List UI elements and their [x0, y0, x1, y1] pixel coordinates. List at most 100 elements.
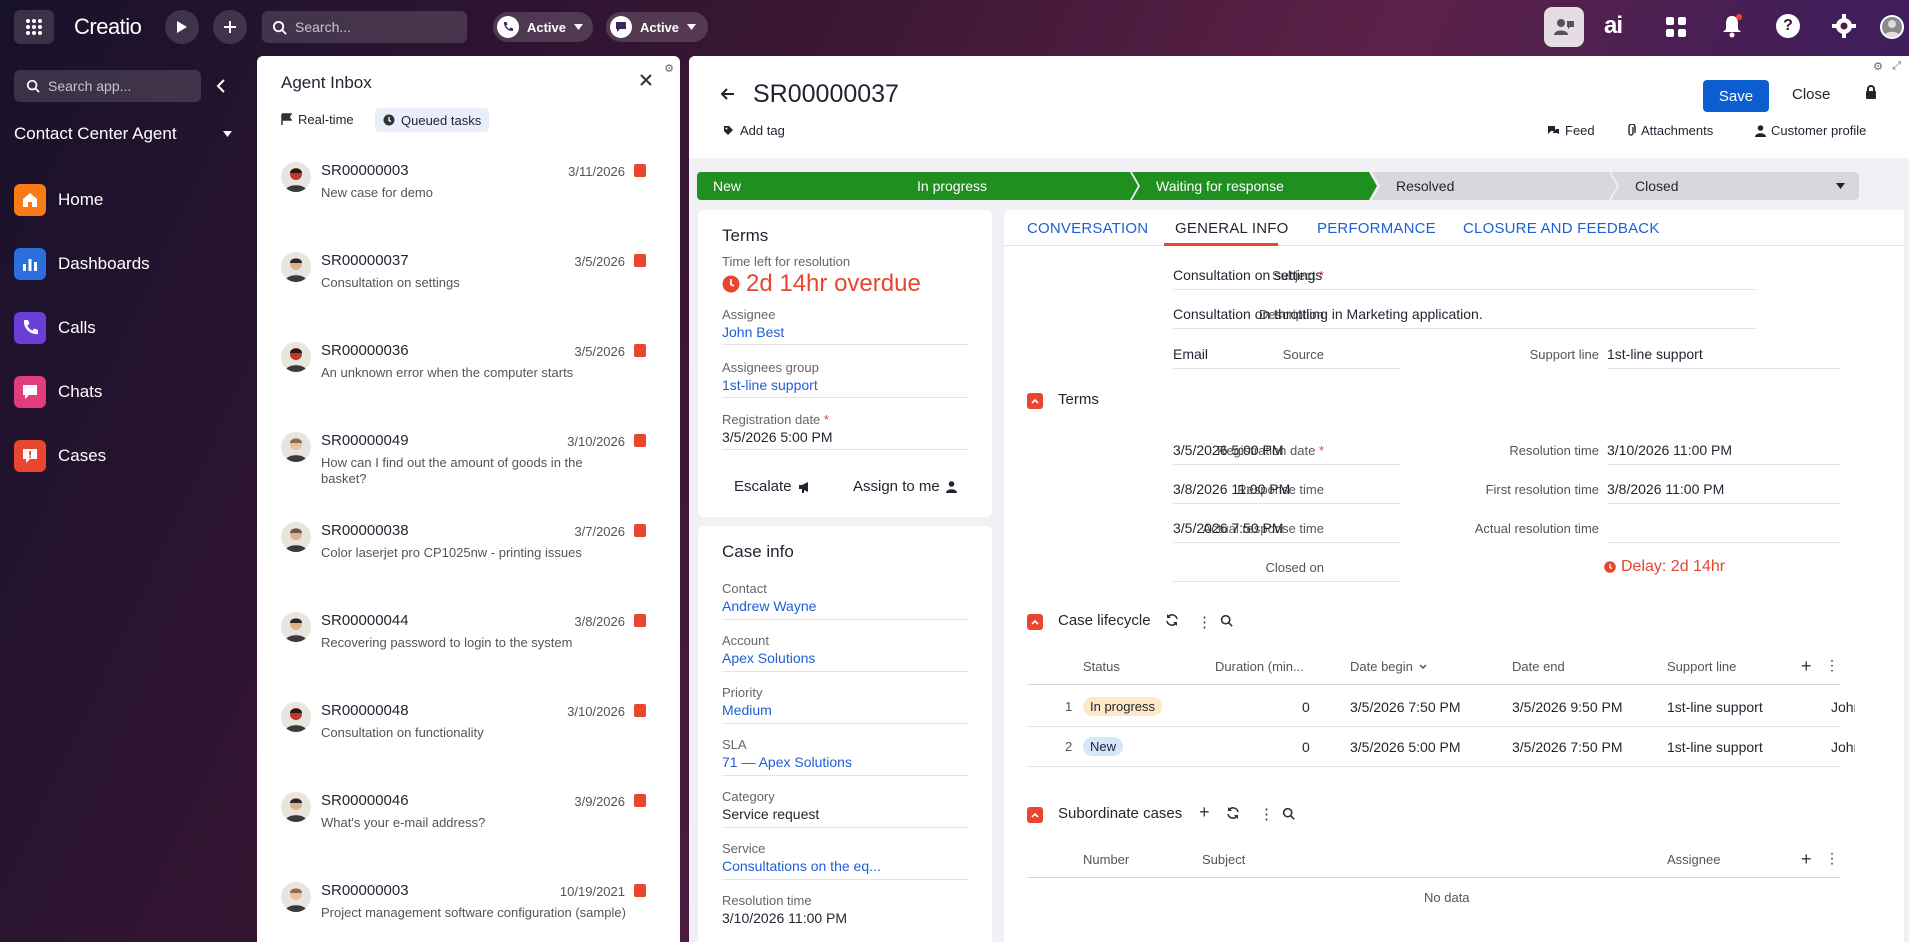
- assignees-group-link[interactable]: 1st-line support: [722, 377, 818, 393]
- nav-item-home[interactable]: Home: [14, 183, 103, 217]
- notifications-button[interactable]: [1721, 14, 1743, 38]
- app-search-input[interactable]: Search app...: [14, 70, 201, 102]
- close-button[interactable]: Close: [1792, 86, 1830, 103]
- lifecycle-refresh-button[interactable]: [1165, 613, 1179, 627]
- back-button[interactable]: [721, 88, 735, 100]
- lifecycle-menu-button[interactable]: ⋮: [1197, 613, 1212, 631]
- create-button[interactable]: [213, 10, 247, 44]
- subordinate-menu-button[interactable]: ⋮: [1259, 805, 1274, 823]
- col-support-line[interactable]: Support line: [1667, 659, 1736, 674]
- inbox-item[interactable]: SR00000048 3/10/2026 Consultation on funct…: [257, 698, 680, 788]
- nav-item-dashboards[interactable]: Dashboards: [14, 247, 150, 281]
- lifecycle-search-button[interactable]: [1220, 614, 1233, 627]
- inbox-item[interactable]: SR00000049 3/10/2026 How can I find out th…: [257, 428, 680, 518]
- subordinate-section-toggle[interactable]: [1027, 807, 1043, 823]
- workspace-selector[interactable]: Contact Center Agent: [14, 124, 232, 144]
- case-icon: [634, 344, 646, 357]
- support-line-value[interactable]: 1st-line support: [1607, 346, 1703, 362]
- subordinate-add-column-button[interactable]: +: [1801, 849, 1812, 870]
- header-settings-icon[interactable]: ⚙: [1873, 60, 1883, 73]
- first-resolution-value[interactable]: 3/8/2026 11:00 PM: [1607, 481, 1724, 497]
- case-info-value[interactable]: Consultations on the eq...: [722, 858, 881, 874]
- case-info-value[interactable]: Andrew Wayne: [722, 598, 816, 614]
- filter-realtime[interactable]: Real-time: [281, 112, 354, 127]
- case-info-value[interactable]: Apex Solutions: [722, 650, 815, 666]
- col-duration[interactable]: Duration (min...: [1215, 659, 1304, 674]
- assignee-link[interactable]: John Best: [722, 324, 784, 340]
- case-info-label: Contact: [722, 581, 767, 596]
- description-value[interactable]: Consultation on throttling in Marketing …: [1173, 306, 1483, 322]
- assignee-cell[interactable]: John B: [1831, 699, 1855, 715]
- settings-button[interactable]: [1832, 14, 1856, 38]
- user-avatar[interactable]: [1880, 15, 1904, 39]
- subordinate-refresh-button[interactable]: [1226, 806, 1240, 820]
- tab-conversation[interactable]: CONVERSATION: [1027, 220, 1148, 237]
- inbox-settings-icon[interactable]: ⚙: [664, 62, 674, 75]
- assign-to-me-button[interactable]: Assign to me: [853, 478, 957, 495]
- resolution-time-value[interactable]: 3/10/2026 11:00 PM: [1607, 442, 1732, 458]
- attachments-button[interactable]: Attachments: [1627, 123, 1713, 138]
- lock-button[interactable]: [1865, 85, 1877, 100]
- inbox-item[interactable]: SR00000037 3/5/2026 Consultation on settin…: [257, 248, 680, 338]
- lifecycle-section-toggle[interactable]: [1027, 614, 1043, 630]
- inbox-item[interactable]: SR00000038 3/7/2026 Color laserjet pro CP1…: [257, 518, 680, 608]
- terms-section-toggle[interactable]: [1027, 393, 1043, 409]
- tab-performance[interactable]: PERFORMANCE: [1317, 220, 1436, 237]
- customer-profile-button[interactable]: Customer profile: [1755, 123, 1866, 138]
- phone-status-dropdown[interactable]: Active: [493, 12, 593, 42]
- lifecycle-columns-menu[interactable]: ⋮: [1825, 657, 1839, 674]
- inbox-item[interactable]: SR00000046 3/9/2026 What's your e-mail add…: [257, 788, 680, 878]
- app-logo[interactable]: Creatio: [74, 14, 142, 40]
- nav-item-calls[interactable]: Calls: [14, 311, 96, 345]
- collapse-nav-button[interactable]: [216, 78, 226, 94]
- inbox-item[interactable]: SR00000044 3/8/2026 Recovering password to…: [257, 608, 680, 698]
- case-info-value[interactable]: 3/10/2026 11:00 PM: [722, 910, 847, 926]
- stage-waiting-for-response[interactable]: Waiting for response: [1132, 172, 1377, 200]
- stage-closed[interactable]: Closed: [1611, 172, 1859, 200]
- col-status[interactable]: Status: [1083, 659, 1120, 674]
- col-subject[interactable]: Subject: [1202, 852, 1245, 867]
- term-registration-value[interactable]: 3/5/2026 5:00 PM: [1173, 442, 1284, 458]
- feed-button[interactable]: Feed: [1547, 123, 1595, 138]
- inbox-item[interactable]: SR00000003 10/19/2021 Project management s…: [257, 878, 680, 942]
- inbox-item[interactable]: SR00000003 3/11/2026 New case for demo: [257, 158, 680, 248]
- col-date-end[interactable]: Date end: [1512, 659, 1565, 674]
- inbox-close-button[interactable]: [640, 74, 652, 86]
- chat-status-dropdown[interactable]: Active: [606, 12, 708, 42]
- stage-in-progress[interactable]: In progress: [893, 172, 1138, 200]
- app-launcher-button[interactable]: [14, 10, 54, 44]
- nav-item-chats[interactable]: Chats: [14, 375, 102, 409]
- subordinate-add-button[interactable]: +: [1199, 802, 1210, 823]
- expand-icon[interactable]: ⤢: [1892, 60, 1901, 73]
- nav-item-cases[interactable]: Cases: [14, 439, 106, 473]
- escalate-button[interactable]: Escalate: [734, 478, 812, 495]
- case-info-value[interactable]: 71 — Apex Solutions: [722, 754, 852, 770]
- agent-desk-button[interactable]: [1544, 7, 1584, 47]
- run-process-button[interactable]: [165, 10, 199, 44]
- ai-assistant-button[interactable]: ai: [1604, 12, 1623, 40]
- source-value[interactable]: Email: [1173, 346, 1208, 362]
- assignee-cell[interactable]: John B: [1831, 739, 1855, 755]
- case-info-value[interactable]: Service request: [722, 806, 819, 822]
- save-button[interactable]: Save: [1703, 80, 1769, 112]
- help-button[interactable]: ?: [1776, 14, 1800, 38]
- tab-general-info[interactable]: GENERAL INFO: [1175, 220, 1289, 237]
- global-search-input[interactable]: Search...: [262, 11, 467, 43]
- tab-closure-and-feedback[interactable]: CLOSURE AND FEEDBACK: [1463, 220, 1660, 237]
- col-number[interactable]: Number: [1083, 852, 1129, 867]
- case-info-value[interactable]: Medium: [722, 702, 772, 718]
- subordinate-columns-menu[interactable]: ⋮: [1825, 850, 1839, 867]
- col-assignee[interactable]: Assignee: [1667, 852, 1720, 867]
- inbox-item[interactable]: SR00000036 3/5/2026 An unknown error when …: [257, 338, 680, 428]
- actual-response-value[interactable]: 3/5/2026 7:50 PM: [1173, 520, 1284, 536]
- add-tag-button[interactable]: Add tag: [723, 123, 785, 138]
- apps-button[interactable]: [1665, 16, 1687, 38]
- subordinate-search-button[interactable]: [1282, 807, 1295, 820]
- subject-value[interactable]: Consultation on settings: [1173, 267, 1322, 283]
- col-date-begin[interactable]: Date begin: [1350, 659, 1427, 674]
- registration-date-value[interactable]: 3/5/2026 5:00 PM: [722, 429, 833, 445]
- lifecycle-add-button[interactable]: +: [1801, 656, 1812, 677]
- filter-queued-tasks[interactable]: Queued tasks: [375, 108, 490, 132]
- response-time-value[interactable]: 3/8/2026 11:00 PM: [1173, 481, 1290, 497]
- stage-resolved[interactable]: Resolved: [1372, 172, 1617, 200]
